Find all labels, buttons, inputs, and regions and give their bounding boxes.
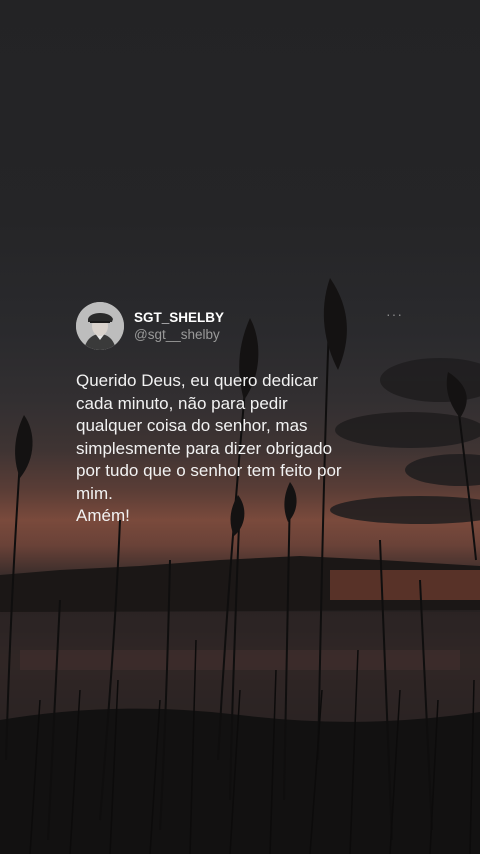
horizon-glow <box>330 570 480 600</box>
tweet-card: SGT_SHELBY @sgt__shelby ··· Querido Deus… <box>76 300 416 528</box>
tweet-text-line: mim. <box>76 483 113 503</box>
tweet-text-line: qualquer coisa do senhor, mas <box>76 416 308 435</box>
display-name[interactable]: SGT_SHELBY <box>134 309 224 326</box>
tweet-header: SGT_SHELBY @sgt__shelby ··· <box>76 300 416 352</box>
more-options-icon[interactable]: ··· <box>386 306 403 322</box>
tweet-text-line: simplesmente para dizer obrigado <box>76 438 333 458</box>
tweet-text-line: Querido Deus, eu quero dedicar <box>76 371 318 390</box>
tweet-text-line: por tudo que o senhor tem feito por <box>76 461 342 480</box>
water-reflection <box>20 650 460 670</box>
user-info: SGT_SHELBY @sgt__shelby <box>134 309 224 343</box>
screen: SGT_SHELBY @sgt__shelby ··· Querido Deus… <box>0 0 480 854</box>
user-handle[interactable]: @sgt__shelby <box>134 326 224 343</box>
tweet-text-line: Amém! <box>76 506 130 525</box>
man-in-flat-cap-avatar[interactable] <box>76 302 124 350</box>
tweet-text-line: cada minuto, não para pedir <box>76 393 288 413</box>
avatar-icon <box>76 302 124 350</box>
tweet-text: Querido Deus, eu quero dedicar cada minu… <box>76 370 416 528</box>
